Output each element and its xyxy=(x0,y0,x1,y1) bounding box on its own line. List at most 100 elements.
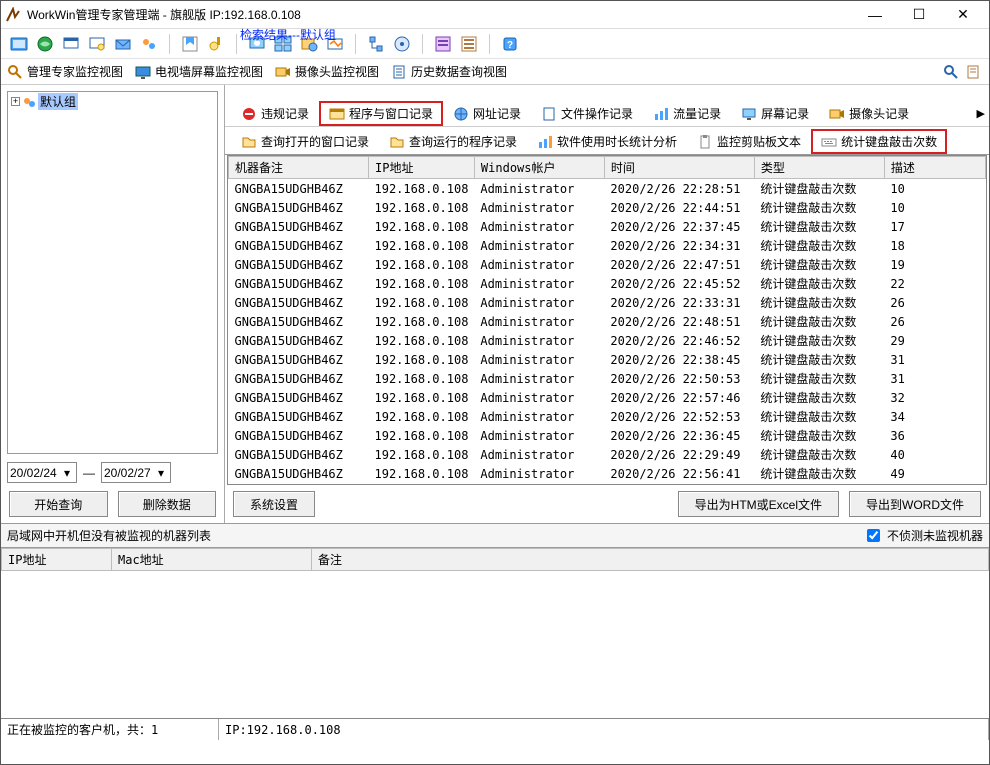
subtab-clipboard[interactable]: 监控剪贴板文本 xyxy=(687,129,811,154)
keyboard-icon xyxy=(821,134,837,150)
toolbar-btn-7[interactable] xyxy=(178,32,202,56)
view-camera[interactable]: 摄像头监控视图 xyxy=(275,63,379,80)
minimize-button[interactable]: — xyxy=(853,2,897,28)
table-row[interactable]: GNGBA15UDGHB46Z192.168.0.108Administrato… xyxy=(229,236,986,255)
table-header-row: 机器备注 IP地址 Windows帐户 时间 类型 描述 xyxy=(229,157,986,179)
table-row[interactable]: GNGBA15UDGHB46Z192.168.0.108Administrato… xyxy=(229,331,986,350)
view-history[interactable]: 历史数据查询视图 xyxy=(391,63,507,80)
toolbar-btn-1[interactable] xyxy=(7,32,31,56)
chart-icon xyxy=(653,106,669,122)
view-tvmall[interactable]: 电视墙屏幕监控视图 xyxy=(135,63,263,80)
search-result-label: 检索结果---默认组 xyxy=(240,26,336,43)
tree-root[interactable]: + 默认组 xyxy=(8,92,217,111)
toolbar-btn-3[interactable] xyxy=(59,32,83,56)
folder-icon xyxy=(389,134,405,150)
tab-program-window[interactable]: 程序与窗口记录 xyxy=(319,101,443,126)
view-expert-monitor[interactable]: 管理专家监控视图 xyxy=(7,63,123,80)
search-icon[interactable] xyxy=(943,64,959,80)
toolbar-btn-2[interactable] xyxy=(33,32,57,56)
tab-url[interactable]: 网址记录 xyxy=(443,101,531,126)
table-row[interactable]: GNGBA15UDGHB46Z192.168.0.108Administrato… xyxy=(229,293,986,312)
toolbar-btn-8[interactable] xyxy=(204,32,228,56)
col-user[interactable]: Windows帐户 xyxy=(474,157,604,179)
table-row[interactable]: GNGBA15UDGHB46Z192.168.0.108Administrato… xyxy=(229,445,986,464)
subtab-program-records[interactable]: 查询运行的程序记录 xyxy=(379,129,527,154)
lower-col-mac[interactable]: Mac地址 xyxy=(112,549,312,571)
table-row[interactable]: GNGBA15UDGHB46Z192.168.0.108Administrato… xyxy=(229,369,986,388)
window-title: WorkWin管理专家管理端 - 旗舰版 IP:192.168.0.108 xyxy=(27,6,301,23)
start-query-button[interactable]: 开始查询 xyxy=(9,491,108,517)
toolbar-btn-17[interactable]: ? xyxy=(498,32,522,56)
window-icon xyxy=(329,106,345,122)
tab-camera[interactable]: 摄像头记录 xyxy=(819,101,919,126)
camera-icon xyxy=(829,106,845,122)
tab-traffic[interactable]: 流量记录 xyxy=(643,101,731,126)
clipboard-icon xyxy=(697,134,713,150)
checkbox-input[interactable] xyxy=(867,529,880,542)
lower-section-header: 局域网中开机但没有被监视的机器列表 不侦测未监视机器 xyxy=(1,523,989,548)
chevron-down-icon[interactable]: ▾ xyxy=(60,466,74,480)
camera-icon xyxy=(275,64,291,80)
toolbar-btn-15[interactable] xyxy=(431,32,455,56)
data-table: 机器备注 IP地址 Windows帐户 时间 类型 描述 GNGBA15UDGH… xyxy=(228,156,986,485)
expand-icon[interactable]: + xyxy=(11,97,20,106)
left-pane: + 默认组 20/02/24▾ — 20/02/27▾ 开始查询 删除数据 xyxy=(1,85,225,523)
table-row[interactable]: GNGBA15UDGHB46Z192.168.0.108Administrato… xyxy=(229,198,986,217)
col-type[interactable]: 类型 xyxy=(754,157,884,179)
tab-fileop[interactable]: 文件操作记录 xyxy=(531,101,643,126)
lower-col-ip[interactable]: IP地址 xyxy=(2,549,112,571)
tab-screen[interactable]: 屏幕记录 xyxy=(731,101,819,126)
tab-scroll-right-icon[interactable]: ▶ xyxy=(977,107,985,120)
status-clients: 正在被监控的客户机，共：1 xyxy=(1,719,219,740)
export-htm-excel-button[interactable]: 导出为HTM或Excel文件 xyxy=(678,491,839,517)
toolbar-btn-13[interactable] xyxy=(364,32,388,56)
lower-table-wrap[interactable]: IP地址 Mac地址 备注 xyxy=(1,548,989,718)
bottom-actions: 系统设置 导出为HTM或Excel文件 导出到WORD文件 xyxy=(225,485,989,523)
view-label: 历史数据查询视图 xyxy=(411,63,507,80)
right-pane: 违规记录 程序与窗口记录 网址记录 文件操作记录 流量记录 屏幕记录 xyxy=(225,85,989,523)
tab-violation[interactable]: 违规记录 xyxy=(231,101,319,126)
title-bar: WorkWin管理专家管理端 - 旗舰版 IP:192.168.0.108 — … xyxy=(1,1,989,29)
doc-icon[interactable] xyxy=(965,64,981,80)
table-row[interactable]: GNGBA15UDGHB46Z192.168.0.108Administrato… xyxy=(229,179,986,199)
date-to-input[interactable]: 20/02/27▾ xyxy=(101,462,171,483)
subtab-window-records[interactable]: 查询打开的窗口记录 xyxy=(231,129,379,154)
views-bar: 管理专家监控视图 电视墙屏幕监控视图 摄像头监控视图 历史数据查询视图 xyxy=(1,59,989,85)
date-separator: — xyxy=(83,466,95,480)
app-icon xyxy=(5,7,21,23)
table-row[interactable]: GNGBA15UDGHB46Z192.168.0.108Administrato… xyxy=(229,426,986,445)
col-ip[interactable]: IP地址 xyxy=(369,157,475,179)
table-row[interactable]: GNGBA15UDGHB46Z192.168.0.108Administrato… xyxy=(229,407,986,426)
data-table-wrap[interactable]: 机器备注 IP地址 Windows帐户 时间 类型 描述 GNGBA15UDGH… xyxy=(227,155,987,485)
table-row[interactable]: GNGBA15UDGHB46Z192.168.0.108Administrato… xyxy=(229,464,986,483)
maximize-button[interactable]: ☐ xyxy=(897,2,941,28)
tree-view[interactable]: + 默认组 xyxy=(7,91,218,454)
toolbar-btn-4[interactable] xyxy=(85,32,109,56)
table-row[interactable]: GNGBA15UDGHB46Z192.168.0.108Administrato… xyxy=(229,255,986,274)
table-row[interactable]: GNGBA15UDGHB46Z192.168.0.108Administrato… xyxy=(229,217,986,236)
table-row[interactable]: GNGBA15UDGHB46Z192.168.0.108Administrato… xyxy=(229,274,986,293)
view-label: 电视墙屏幕监控视图 xyxy=(155,63,263,80)
toolbar-btn-14[interactable] xyxy=(390,32,414,56)
col-machine[interactable]: 机器备注 xyxy=(229,157,369,179)
delete-data-button[interactable]: 删除数据 xyxy=(118,491,217,517)
subtab-software-stats[interactable]: 软件使用时长统计分析 xyxy=(527,129,687,154)
toolbar-btn-5[interactable] xyxy=(111,32,135,56)
subtab-keyboard-stats[interactable]: 统计键盘敲击次数 xyxy=(811,129,947,154)
close-button[interactable]: ✕ xyxy=(941,2,985,28)
export-word-button[interactable]: 导出到WORD文件 xyxy=(849,491,981,517)
col-desc[interactable]: 描述 xyxy=(884,157,985,179)
system-settings-button[interactable]: 系统设置 xyxy=(233,491,315,517)
toolbar-btn-6[interactable] xyxy=(137,32,161,56)
col-time[interactable]: 时间 xyxy=(604,157,754,179)
table-row[interactable]: GNGBA15UDGHB46Z192.168.0.108Administrato… xyxy=(229,388,986,407)
date-from-input[interactable]: 20/02/24▾ xyxy=(7,462,77,483)
toolbar-btn-16[interactable] xyxy=(457,32,481,56)
table-row[interactable]: GNGBA15UDGHB46Z192.168.0.108Administrato… xyxy=(229,312,986,331)
table-row[interactable]: GNGBA15UDGHB46Z192.168.0.108Administrato… xyxy=(229,350,986,369)
skip-unmonitored-checkbox[interactable]: 不侦测未监视机器 xyxy=(863,526,983,545)
lower-col-note[interactable]: 备注 xyxy=(312,549,989,571)
lower-section-title: 局域网中开机但没有被监视的机器列表 xyxy=(7,527,211,544)
tab-row-2: 查询打开的窗口记录 查询运行的程序记录 软件使用时长统计分析 监控剪贴板文本 统… xyxy=(225,127,989,155)
chevron-down-icon[interactable]: ▾ xyxy=(154,466,168,480)
